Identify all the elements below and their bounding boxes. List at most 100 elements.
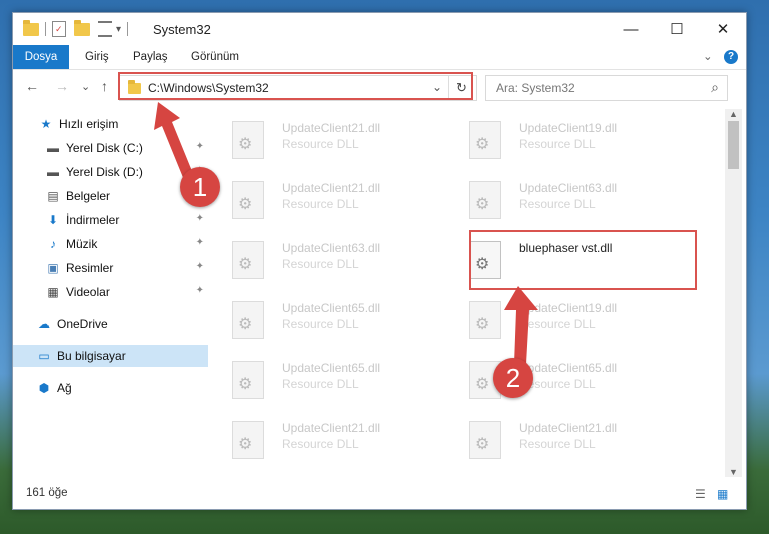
pictures-icon: ▣ (47, 261, 59, 275)
title-bar: ✓ ▾ System32 — ☐ ✕ (13, 13, 746, 45)
file-name: UpdateClient63.dll (282, 241, 381, 255)
scrollbar-thumb[interactable] (728, 121, 739, 169)
file-type: Resource DLL (282, 257, 359, 271)
pin-icon[interactable]: ✦ (196, 213, 204, 224)
file-icon: ⚙ (232, 181, 264, 219)
sidebar-item-network[interactable]: ⬢ Ağ (13, 377, 208, 399)
sidebar-item-label: Bu bilgisayar (57, 349, 126, 363)
sidebar-item-downloads[interactable]: ⬇ İndirmeler ✦ (13, 209, 208, 231)
properties-icon[interactable]: ✓ (52, 21, 66, 37)
search-icon[interactable]: ⌕ (711, 79, 719, 96)
sidebar-item-label: Yerel Disk (D:) (66, 165, 143, 179)
file-type: Resource DLL (282, 437, 359, 451)
customize-toolbar-icon[interactable] (98, 21, 112, 37)
recent-locations-button[interactable]: ⌄ (81, 80, 90, 93)
sidebar-item-label: Belgeler (66, 189, 111, 203)
sidebar-item-this-pc[interactable]: ▭ Bu bilgisayar (13, 345, 208, 367)
sidebar-item-onedrive[interactable]: ☁ OneDrive (13, 313, 208, 335)
search-input[interactable]: Ara: System32 ⌕ (485, 75, 728, 101)
gear-icon: ⚙ (238, 136, 253, 153)
file-icon: ⚙ (232, 241, 264, 279)
item-count: 161 öğe (26, 487, 68, 499)
sidebar-item-label: OneDrive (57, 317, 108, 331)
file-tile[interactable]: ⚙ UpdateClient21.dll Resource DLL (210, 113, 435, 163)
sidebar-item-music[interactable]: ♪ Müzik ✦ (13, 233, 208, 255)
file-tile[interactable]: ⚙ UpdateClient63.dll Resource DLL (447, 173, 672, 223)
details-view-icon[interactable]: ☰ (695, 487, 706, 501)
back-button[interactable]: ← (25, 78, 39, 94)
tiles-view-icon[interactable]: ▦ (717, 487, 728, 501)
scroll-down-icon[interactable]: ▼ (729, 467, 738, 477)
file-name: UpdateClient63.dll (519, 181, 618, 195)
tab-share[interactable]: Paylaş (133, 45, 168, 69)
cloud-icon: ☁ (38, 317, 50, 331)
file-tile[interactable]: ⚙ UpdateClient21.dll Resource DLL (210, 173, 435, 223)
vertical-scrollbar[interactable]: ▲ ▼ (725, 109, 742, 477)
file-tile[interactable]: ⚙ UpdateClient65.dll Resource DLL (447, 353, 672, 403)
file-icon: ⚙ (232, 301, 264, 339)
scroll-up-icon[interactable]: ▲ (729, 109, 738, 119)
file-type: Resource DLL (519, 437, 596, 451)
target-file-highlight (469, 230, 697, 290)
file-tile[interactable]: ⚙ UpdateClient21.dll Resource DLL (210, 413, 435, 463)
file-type: Resource DLL (282, 377, 359, 391)
file-type: Resource DLL (282, 197, 359, 211)
file-icon: ⚙ (469, 121, 501, 159)
download-icon: ⬇ (47, 213, 59, 227)
file-tile[interactable]: ⚙ UpdateClient65.dll Resource DLL (210, 293, 435, 343)
maximize-button[interactable]: ☐ (654, 13, 700, 45)
ribbon-expand-icon[interactable]: ⌄ (703, 45, 713, 69)
up-button[interactable]: ↑ (101, 78, 108, 94)
music-icon: ♪ (50, 237, 56, 251)
drive-icon: ▬ (47, 165, 59, 179)
search-placeholder: Ara: System32 (496, 81, 575, 95)
sidebar-item-label: Videolar (66, 285, 110, 299)
quick-access-toolbar: ✓ ▾ (23, 19, 134, 38)
tab-view[interactable]: Görünüm (191, 45, 239, 69)
network-icon: ⬢ (38, 381, 50, 395)
new-folder-icon[interactable] (74, 19, 90, 36)
status-bar: 161 öğe ☰ ▦ (13, 479, 746, 509)
help-icon[interactable]: ? (724, 50, 738, 64)
gear-icon: ⚙ (238, 196, 253, 213)
address-bar-highlight (118, 72, 473, 100)
pin-icon[interactable]: ✦ (196, 285, 204, 296)
window-title: System32 (153, 22, 211, 37)
computer-icon: ▭ (38, 349, 50, 363)
pin-icon[interactable]: ✦ (196, 261, 204, 272)
sidebar-item-documents[interactable]: ▤ Belgeler ✦ (13, 185, 208, 207)
gear-icon: ⚙ (475, 136, 490, 153)
file-type: Resource DLL (519, 197, 596, 211)
minimize-button[interactable]: — (608, 13, 654, 45)
file-tile[interactable]: ⚙ UpdateClient19.dll Resource DLL (447, 293, 672, 343)
drive-icon: ▬ (47, 141, 59, 155)
gear-icon: ⚙ (238, 436, 253, 453)
documents-icon: ▤ (47, 189, 59, 203)
gear-icon: ⚙ (238, 376, 253, 393)
sidebar-item-label: Yerel Disk (C:) (66, 141, 143, 155)
file-icon: ⚙ (469, 181, 501, 219)
sidebar-item-label: Müzik (66, 237, 98, 251)
file-name: UpdateClient19.dll (519, 121, 618, 135)
sidebar-item-pictures[interactable]: ▣ Resimler ✦ (13, 257, 208, 279)
forward-button[interactable]: → (55, 78, 69, 94)
file-type: Resource DLL (519, 137, 596, 151)
ribbon-tabs: Dosya Giriş Paylaş Görünüm ⌄ ? (13, 45, 746, 70)
sidebar-item-label: Ağ (57, 381, 72, 395)
file-tile[interactable]: ⚙ UpdateClient21.dll Resource DLL (447, 413, 672, 463)
gear-icon: ⚙ (475, 316, 490, 333)
toolbar-dropdown-icon[interactable]: ▾ (116, 24, 121, 35)
file-type: Resource DLL (282, 317, 359, 331)
close-button[interactable]: ✕ (700, 13, 746, 45)
tab-file[interactable]: Dosya (13, 45, 69, 69)
gear-icon: ⚙ (475, 436, 490, 453)
file-name: UpdateClient65.dll (282, 301, 381, 315)
file-tile[interactable]: ⚙ UpdateClient63.dll Resource DLL (210, 233, 435, 283)
pin-icon[interactable]: ✦ (196, 237, 204, 248)
file-name: UpdateClient21.dll (282, 121, 381, 135)
file-icon: ⚙ (232, 361, 264, 399)
file-tile[interactable]: ⚙ UpdateClient65.dll Resource DLL (210, 353, 435, 403)
tab-home[interactable]: Giriş (85, 45, 109, 69)
file-tile[interactable]: ⚙ UpdateClient19.dll Resource DLL (447, 113, 672, 163)
sidebar-item-videos[interactable]: ▦ Videolar ✦ (13, 281, 208, 303)
